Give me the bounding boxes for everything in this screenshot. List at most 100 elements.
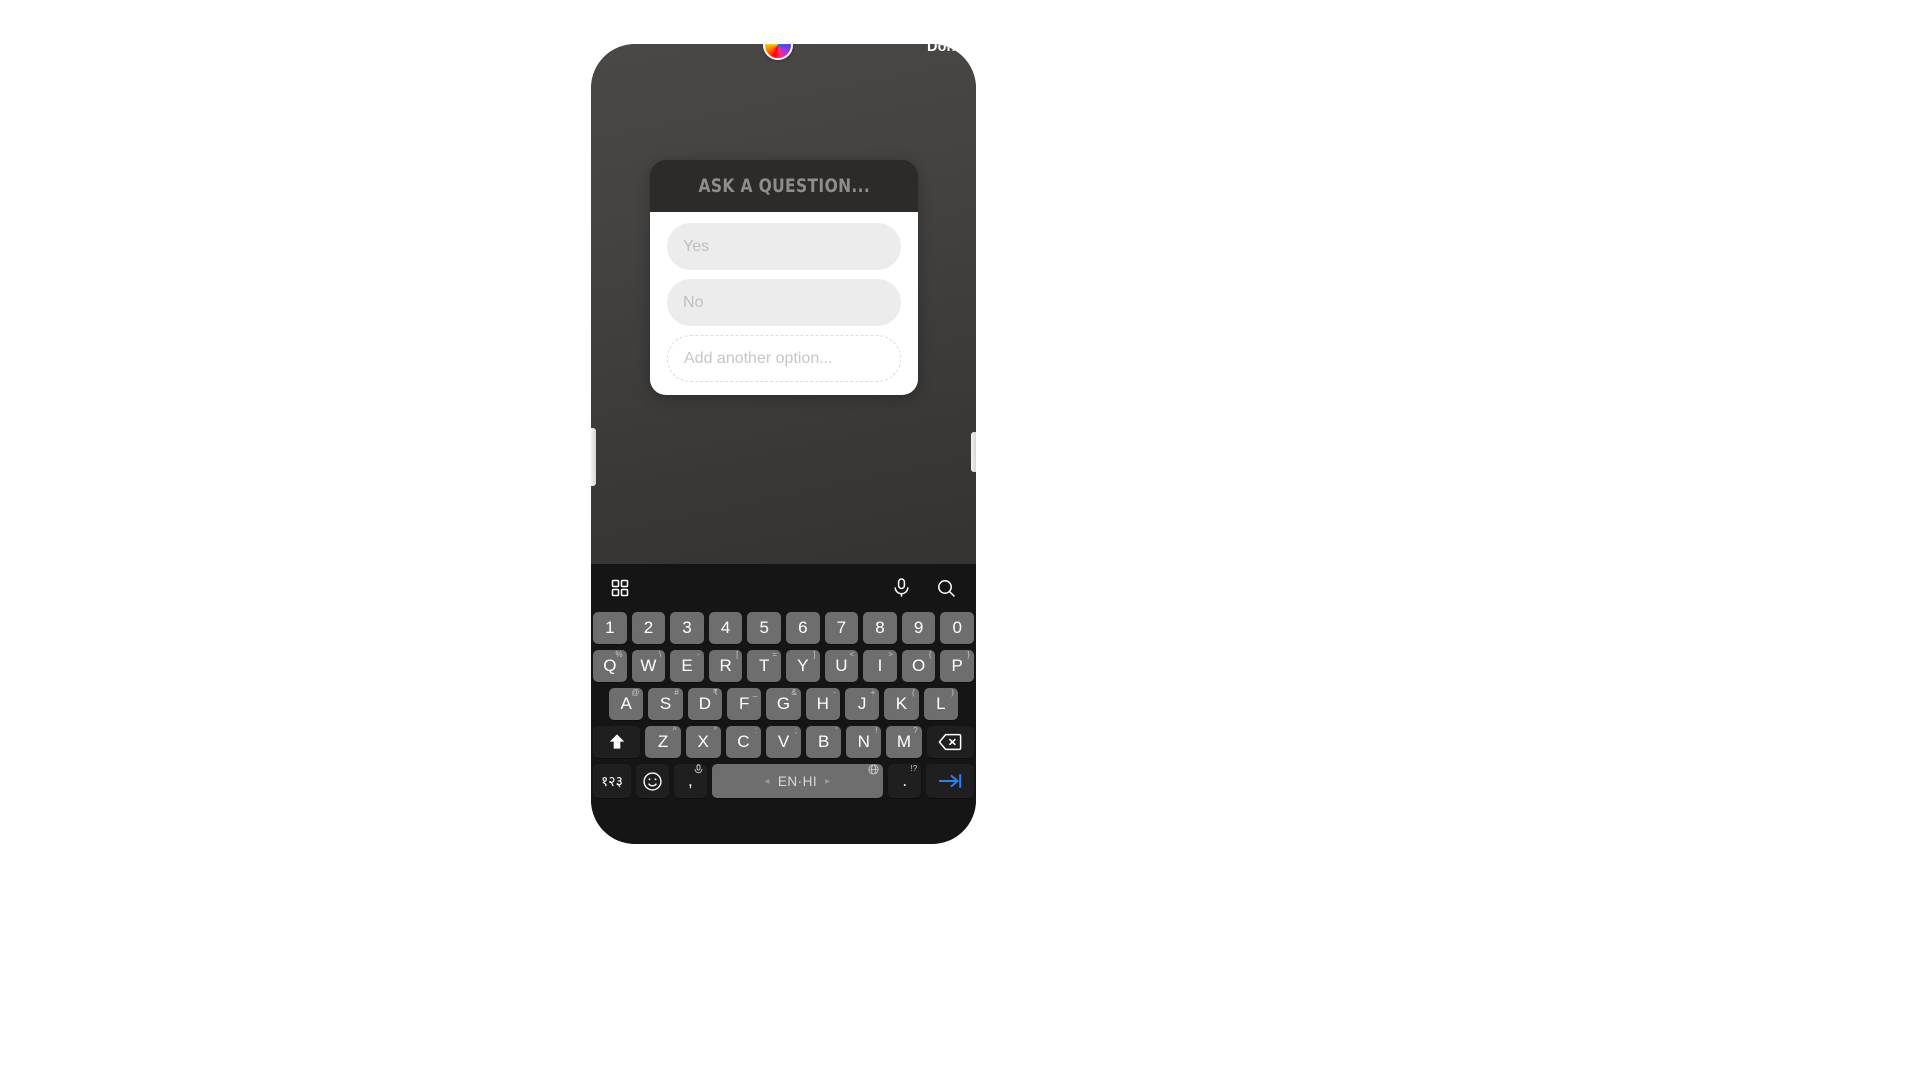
emoji-key[interactable]	[635, 764, 669, 798]
key-q[interactable]: % Q	[593, 650, 627, 682]
poll-add-option[interactable]: Add another option...	[667, 335, 901, 382]
period-symbols-label: !?	[910, 764, 918, 773]
key-c[interactable]: :C	[725, 726, 761, 758]
key-label: R	[719, 656, 732, 675]
period-label: .	[902, 771, 908, 790]
poll-options-list: Yes No Add another option...	[650, 212, 918, 395]
key-label: I	[877, 656, 883, 675]
key-label: 7	[836, 618, 847, 637]
color-wheel-icon[interactable]	[763, 44, 793, 60]
key-label: Q	[603, 656, 617, 675]
key-t[interactable]: = T	[747, 650, 781, 682]
numeric-switch-key[interactable]: १२३	[593, 764, 631, 798]
key-0[interactable]: 0	[940, 612, 974, 644]
key-5[interactable]: 5	[747, 612, 781, 644]
keyboard-row-qwerty: % Q \ W - E[R = T] Y < U > I{O} P	[591, 650, 976, 682]
key-g[interactable]: & G	[766, 688, 801, 720]
key-label: P	[951, 656, 963, 675]
key-4[interactable]: 4	[708, 612, 743, 644]
key-label: 4	[720, 618, 731, 637]
backspace-key[interactable]	[926, 726, 974, 758]
keyboard-toolbar	[591, 564, 976, 612]
key-label: G	[776, 694, 791, 713]
period-key[interactable]: !? .	[888, 764, 922, 798]
poll-question-input[interactable]: ASK A QUESTION...	[698, 176, 870, 197]
comma-mic-icon	[694, 764, 703, 775]
key-secondary-symbol: ₹	[712, 688, 718, 697]
key-label: D	[698, 694, 711, 713]
done-button[interactable]: Done	[927, 44, 964, 55]
key-label: K	[895, 694, 908, 713]
key-s[interactable]: # S	[648, 688, 683, 720]
key-label: O	[911, 656, 926, 675]
on-screen-keyboard: 1234567890 % Q \ W - E[R = T] Y < U > I{O} P @ A # S ₹ D _ F…	[591, 564, 976, 844]
language-next-arrow[interactable]: ▸	[825, 776, 831, 787]
key-secondary-symbol: +	[870, 688, 876, 697]
enter-key[interactable]	[926, 764, 975, 798]
key-secondary-symbol: =	[772, 650, 777, 659]
key-y[interactable]: ] Y	[786, 650, 820, 682]
key-m[interactable]: ? M	[886, 726, 922, 758]
search-icon[interactable]	[937, 579, 956, 598]
key-label: 9	[913, 618, 924, 637]
grid-icon[interactable]	[611, 579, 629, 597]
key-9[interactable]: 9	[901, 612, 936, 644]
key-secondary-symbol: :	[754, 726, 757, 735]
key-x[interactable]: ° X	[685, 726, 721, 758]
key-r[interactable]: [R	[708, 650, 743, 682]
key-z[interactable]: ^ Z	[645, 726, 681, 758]
key-secondary-symbol: [	[736, 650, 739, 659]
language-prev-arrow[interactable]: ◂	[764, 776, 770, 787]
key-d[interactable]: ₹ D	[687, 688, 722, 720]
comma-key[interactable]: ,	[673, 764, 707, 798]
key-j[interactable]: + J	[844, 688, 880, 720]
key-2[interactable]: 2	[631, 612, 666, 644]
key-label: Y	[797, 656, 809, 675]
volume-button[interactable]	[591, 428, 596, 486]
globe-icon[interactable]	[868, 764, 879, 775]
key-3[interactable]: 3	[670, 612, 704, 644]
key-secondary-symbol: >	[888, 650, 893, 659]
key-label: Z	[657, 732, 669, 751]
keyboard-row-zxcv: ^ Z ° X: C; V ‘B! N? M	[591, 726, 976, 758]
key-label: 2	[643, 618, 654, 637]
key-b[interactable]: ‘B	[806, 726, 842, 758]
key-7[interactable]: 7	[824, 612, 859, 644]
key-e[interactable]: -E	[670, 650, 704, 682]
story-editor-topbar: Done	[591, 44, 976, 74]
key-v[interactable]: ; V	[765, 726, 802, 758]
poll-option-2[interactable]: No	[667, 279, 901, 326]
microphone-icon[interactable]	[893, 578, 910, 598]
key-k[interactable]: (K	[884, 688, 919, 720]
key-label: M	[896, 732, 912, 751]
poll-option-1[interactable]: Yes	[667, 223, 901, 270]
poll-question-header[interactable]: ASK A QUESTION...	[650, 160, 918, 212]
key-secondary-symbol: °	[713, 726, 717, 735]
key-h[interactable]: -H	[805, 688, 840, 720]
key-w[interactable]: \ W	[631, 650, 666, 682]
key-a[interactable]: @ A	[609, 688, 644, 720]
poll-sticker[interactable]: ASK A QUESTION... Yes No Add another opt…	[650, 160, 918, 395]
key-n[interactable]: ! N	[846, 726, 882, 758]
key-f[interactable]: _ F	[727, 688, 762, 720]
key-8[interactable]: 8	[863, 612, 897, 644]
key-p[interactable]: } P	[940, 650, 974, 682]
key-1[interactable]: 1	[593, 612, 627, 644]
shift-key[interactable]	[593, 726, 641, 758]
key-6[interactable]: 6	[786, 612, 820, 644]
key-u[interactable]: < U	[824, 650, 859, 682]
key-l[interactable]: ) L	[923, 688, 958, 720]
key-label: V	[777, 732, 790, 751]
key-secondary-symbol: ]	[813, 650, 816, 659]
power-button[interactable]	[971, 432, 976, 472]
key-o[interactable]: {O	[901, 650, 936, 682]
key-label: S	[659, 694, 672, 713]
space-key[interactable]: ◂ EN·HI ▸	[711, 764, 884, 798]
key-i[interactable]: > I	[863, 650, 897, 682]
key-label: E	[681, 656, 693, 675]
key-label: J	[857, 694, 867, 713]
key-secondary-symbol: @	[631, 688, 640, 697]
key-label: H	[816, 694, 829, 713]
key-secondary-symbol: (	[911, 688, 915, 697]
keyboard-row-asdf: @ A # S ₹ D _ F & G - H + J(K) L	[591, 688, 976, 720]
